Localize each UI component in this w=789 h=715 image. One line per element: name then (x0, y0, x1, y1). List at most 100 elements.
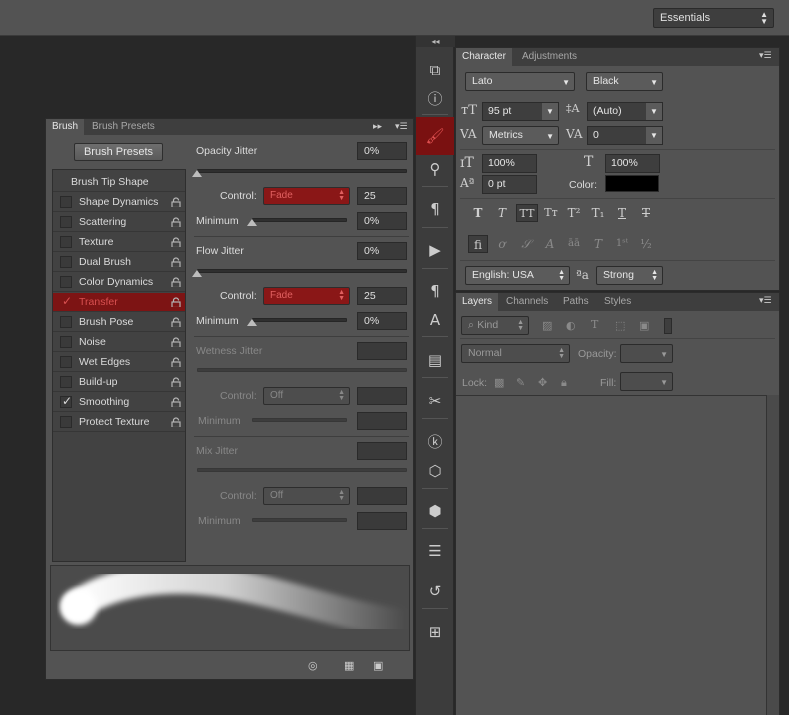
brush-presets-icon[interactable]: ⚲ (423, 157, 447, 181)
lock-icon[interactable] (171, 217, 181, 227)
titling-alternates-icon[interactable]: āā (564, 235, 584, 253)
opacity-fade-steps-field[interactable]: 25 (357, 187, 407, 205)
brush-tip-item-texture[interactable]: Texture (53, 233, 185, 252)
opacity-minimum-thumb[interactable] (247, 219, 257, 226)
lock-icon[interactable] (171, 317, 181, 327)
checkbox[interactable] (60, 236, 72, 248)
lock-icon[interactable] (171, 197, 181, 207)
lock-icon[interactable] (171, 337, 181, 347)
flow-fade-steps-field[interactable]: 25 (357, 287, 407, 305)
checkbox[interactable] (60, 376, 72, 388)
kerning-dropdown[interactable]: Metrics ▼ (482, 126, 559, 145)
subscript-icon[interactable]: T₁ (588, 204, 608, 222)
checkbox[interactable] (60, 216, 72, 228)
tab-layers[interactable]: Layers (456, 293, 499, 311)
lock-icon[interactable] (171, 417, 181, 427)
tab-brush-presets[interactable]: Brush Presets (86, 119, 161, 135)
workspace-switcher[interactable]: Essentials ▲ ▼ (653, 8, 774, 28)
navigator-icon[interactable]: ⊞ (423, 620, 447, 644)
dropdown-arrow-icon[interactable]: ▼ (542, 103, 558, 120)
collapse-arrows-icon[interactable]: ◂◂ (416, 36, 455, 47)
superscript-icon[interactable]: T² (564, 204, 584, 222)
paragraph-icon[interactable]: ¶ (423, 197, 447, 221)
lock-icon[interactable] (171, 397, 181, 407)
filter-type-icon[interactable]: T (591, 318, 598, 331)
brush-tip-item-scattering[interactable]: Scattering (53, 213, 185, 232)
old-style-icon[interactable]: ơ (492, 235, 512, 253)
opacity-minimum-field[interactable]: 0% (357, 212, 407, 230)
panel-menu-icon[interactable]: ▾☰ (759, 296, 772, 306)
lock-icon[interactable] (171, 297, 181, 307)
tool-presets-icon[interactable]: ✂ (423, 389, 447, 413)
ornaments-icon[interactable]: T (588, 235, 608, 253)
filter-shape-icon[interactable]: ⬚ (615, 319, 625, 332)
layers-list[interactable] (456, 395, 779, 715)
flow-jitter-thumb[interactable] (192, 270, 202, 277)
strikethrough-icon[interactable]: T (636, 204, 656, 222)
3d-layers-icon[interactable]: ⧉ (423, 58, 447, 82)
flow-minimum-thumb[interactable] (247, 319, 257, 326)
antialias-dropdown[interactable]: Strong ▲ ▼ (596, 266, 663, 285)
lock-image-icon[interactable]: ✎ (516, 376, 525, 389)
3d-cube-icon[interactable]: ⬡ (423, 459, 447, 483)
dropdown-arrow-icon[interactable]: ▼ (646, 127, 662, 144)
lock-position-icon[interactable]: ✥ (538, 376, 547, 389)
flow-minimum-slider[interactable] (252, 318, 347, 322)
text-color-swatch[interactable] (605, 175, 659, 192)
checkbox[interactable] (60, 196, 72, 208)
brush-projection-grid-icon[interactable]: ▦ (344, 659, 354, 672)
tracking-field[interactable]: 0 ▼ (587, 126, 663, 145)
paragraph-styles-icon[interactable]: ¶ (423, 279, 447, 303)
checkbox[interactable] (60, 416, 72, 428)
blend-mode-dropdown[interactable]: Normal ▲ ▼ (461, 344, 570, 363)
horizontal-scale-field[interactable]: 100% (605, 154, 660, 173)
opacity-control-dropdown[interactable]: Fade ▲ ▼ (263, 187, 350, 205)
checkbox[interactable] (60, 276, 72, 288)
collapse-panel-icon[interactable]: ▸▸ (373, 122, 382, 132)
underline-icon[interactable]: T (612, 204, 632, 222)
new-brush-preset-icon[interactable]: ▣ (373, 659, 383, 672)
brush-tip-item-smoothing[interactable]: ✓ Smoothing (53, 393, 185, 412)
checkbox[interactable] (60, 316, 72, 328)
panel-menu-icon[interactable]: ▾☰ (759, 51, 772, 61)
brush-tip-item-wet-edges[interactable]: Wet Edges (53, 353, 185, 372)
brush-tip-item-transfer[interactable]: ✓ Transfer (53, 293, 185, 312)
play-actions-icon[interactable]: ▶ (423, 238, 447, 262)
tab-paths[interactable]: Paths (557, 293, 595, 311)
font-family-dropdown[interactable]: Lato ▼ (465, 72, 575, 91)
font-style-dropdown[interactable]: Black ▼ (586, 72, 663, 91)
brush-tip-item-shape-dynamics[interactable]: Shape Dynamics (53, 193, 185, 212)
dropdown-arrow-icon[interactable]: ▼ (646, 103, 662, 120)
brush-tip-item-build-up[interactable]: Build-up (53, 373, 185, 392)
ligatures-icon[interactable]: ﬁ (468, 235, 488, 253)
info-icon[interactable]: ⓘ (423, 87, 447, 111)
filter-toggle-switch[interactable] (664, 318, 672, 334)
brush-tip-item-protect-texture[interactable]: Protect Texture (53, 413, 185, 432)
brush-tip-item-dual-brush[interactable]: Dual Brush (53, 253, 185, 272)
lock-transparent-icon[interactable]: ▩ (494, 376, 504, 389)
opacity-jitter-field[interactable]: 0% (357, 142, 407, 160)
tab-channels[interactable]: Channels (500, 293, 554, 311)
brush-tip-item-brush-pose[interactable]: Brush Pose (53, 313, 185, 332)
flow-control-dropdown[interactable]: Fade ▲ ▼ (263, 287, 350, 305)
history-icon[interactable]: ↺ (423, 579, 447, 603)
lock-icon[interactable] (171, 257, 181, 267)
leading-field[interactable]: (Auto) ▼ (587, 102, 663, 121)
brush-tip-item-color-dynamics[interactable]: Color Dynamics (53, 273, 185, 292)
timeline-icon[interactable]: ☰ (423, 539, 447, 563)
filter-pixel-icon[interactable]: ▨ (542, 319, 552, 332)
swash-icon[interactable]: 𝒮 (516, 235, 536, 253)
flow-jitter-field[interactable]: 0% (357, 242, 407, 260)
kuler-icon[interactable]: ⓚ (423, 430, 447, 454)
brush-tip-item-noise[interactable]: Noise (53, 333, 185, 352)
vertical-scale-field[interactable]: 100% (482, 154, 537, 173)
faux-bold-icon[interactable]: T (468, 204, 488, 222)
language-dropdown[interactable]: English: USA ▲ ▼ (465, 266, 570, 285)
baseline-shift-field[interactable]: 0 pt (482, 175, 537, 194)
faux-italic-icon[interactable]: T (492, 204, 512, 222)
brush-tip-item-brush-tip-shape[interactable]: Brush Tip Shape (53, 173, 185, 192)
lock-icon[interactable] (171, 377, 181, 387)
tab-adjustments[interactable]: Adjustments (516, 48, 583, 66)
stylistic-alternates-icon[interactable]: A (540, 235, 560, 253)
all-caps-icon[interactable]: TT (516, 204, 538, 222)
